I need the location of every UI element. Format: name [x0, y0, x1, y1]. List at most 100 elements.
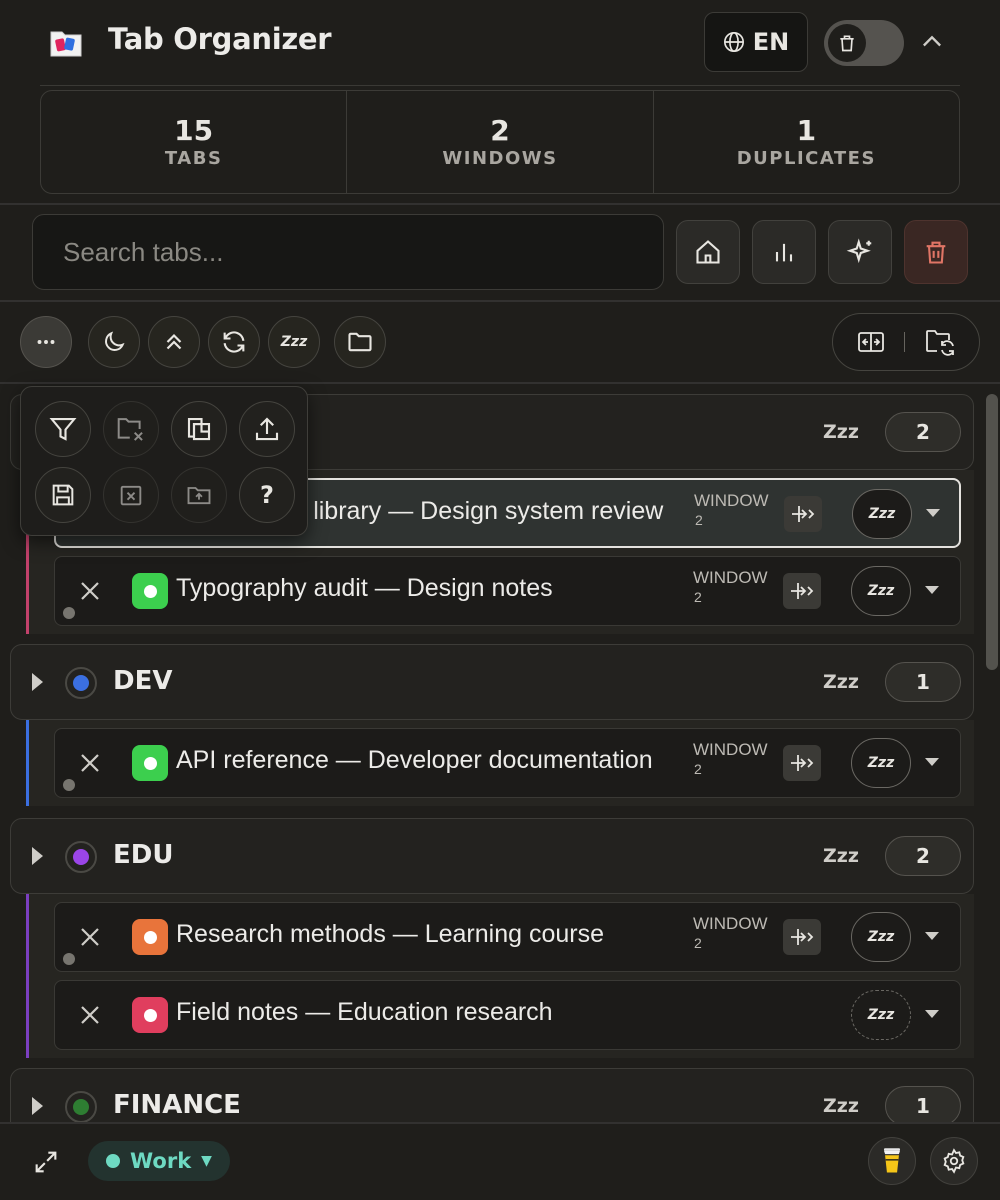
tab-snooze-button[interactable]: Zzz	[851, 566, 911, 616]
move-tab-button[interactable]	[783, 573, 821, 609]
stats-button[interactable]	[752, 220, 816, 284]
more-menu: ?	[20, 386, 308, 536]
close-icon[interactable]	[79, 926, 101, 948]
split-view-icon[interactable]	[857, 330, 885, 354]
group-snooze[interactable]: Zzz	[823, 845, 859, 867]
group-name: EDU	[113, 840, 174, 870]
close-icon[interactable]	[79, 1004, 101, 1026]
expand-icon[interactable]	[32, 1148, 60, 1176]
stat-label: WINDOWS	[442, 147, 558, 169]
snooze-label: Zzz	[868, 506, 896, 522]
caret-down-icon[interactable]	[923, 755, 941, 769]
globe-icon	[723, 31, 745, 53]
language-label: EN	[752, 28, 790, 56]
save-icon	[52, 484, 74, 506]
close-icon[interactable]	[79, 580, 101, 602]
close-icon[interactable]	[79, 752, 101, 774]
gear-icon	[943, 1148, 965, 1174]
filter-icon	[49, 417, 77, 441]
group-count: 2	[885, 836, 961, 876]
sparkle-icon	[846, 238, 872, 264]
group-header[interactable]: DEV Zzz 1	[10, 644, 974, 720]
tab-row[interactable]: Field notes — Education research Zzz	[54, 980, 961, 1050]
move-tab-button[interactable]	[783, 919, 821, 955]
help-label: ?	[260, 481, 274, 509]
window-number: 2	[694, 589, 702, 605]
app-title: Tab Organizer	[108, 22, 332, 56]
ai-organize-button[interactable]	[828, 220, 892, 284]
scrollbar-thumb[interactable]	[986, 394, 998, 670]
save-button[interactable]	[35, 467, 91, 523]
tab-snooze-button[interactable]: Zzz	[851, 990, 911, 1040]
tab-snooze-button[interactable]: Zzz	[851, 738, 911, 788]
group-body: Research methods — Learning course WINDO…	[26, 894, 974, 1058]
group-header[interactable]: EDU Zzz 2	[10, 818, 974, 894]
chevrons-up-icon	[166, 333, 182, 350]
collapse-all-button[interactable]	[148, 316, 200, 368]
move-window-icon	[792, 506, 815, 522]
tab-row[interactable]: Typography audit — Design notes WINDOW 2…	[54, 556, 961, 626]
window-number: 2	[694, 935, 702, 951]
window-label: WINDOW	[693, 568, 768, 587]
group-name: FINANCE	[113, 1090, 241, 1120]
home-button[interactable]	[676, 220, 740, 284]
group-count: 1	[885, 1086, 961, 1126]
search-input[interactable]	[32, 214, 664, 290]
caret-down-icon[interactable]	[923, 929, 941, 943]
caret-right-icon[interactable]	[29, 1095, 45, 1117]
favicon	[132, 745, 168, 781]
tab-row[interactable]: Research methods — Learning course WINDO…	[54, 902, 961, 972]
help-button[interactable]: ?	[239, 467, 295, 523]
duplicate-button[interactable]	[171, 401, 227, 457]
trash-icon	[926, 241, 946, 264]
upload-icon	[255, 417, 279, 441]
export-button[interactable]	[239, 401, 295, 457]
group-count: 1	[885, 662, 961, 702]
group-snooze[interactable]: Zzz	[823, 671, 859, 693]
theme-button[interactable]	[88, 316, 140, 368]
caret-right-icon[interactable]	[29, 671, 45, 693]
caret-right-icon[interactable]	[29, 845, 45, 867]
snooze-all-button[interactable]: Zzz	[268, 316, 320, 368]
tab-title: Field notes — Education research	[176, 998, 553, 1026]
move-tab-button[interactable]	[783, 745, 821, 781]
window-label: WINDOW	[693, 914, 768, 933]
refresh-button[interactable]	[208, 316, 260, 368]
settings-button[interactable]	[930, 1137, 978, 1185]
window-label: WINDOW	[694, 491, 769, 510]
caret-down-icon[interactable]	[923, 1007, 941, 1021]
group-body: API reference — Developer documentation …	[26, 720, 974, 806]
tab-row[interactable]: API reference — Developer documentation …	[54, 728, 961, 798]
caret-down-icon[interactable]	[924, 506, 942, 520]
window-actions	[832, 313, 980, 371]
scrollbar[interactable]	[984, 394, 1000, 674]
delete-button[interactable]	[904, 220, 968, 284]
caret-down-icon[interactable]	[923, 583, 941, 597]
more-button[interactable]	[20, 316, 72, 368]
tab-snooze-button[interactable]: Zzz	[852, 489, 912, 539]
move-tab-button[interactable]	[784, 496, 822, 532]
moon-icon	[105, 331, 125, 351]
group-snooze[interactable]: Zzz	[823, 1095, 859, 1117]
move-window-icon	[791, 929, 814, 945]
stat-label: TABS	[164, 147, 223, 169]
group-color-bar	[26, 720, 29, 806]
clear-toggle[interactable]	[824, 20, 904, 66]
filter-button[interactable]	[35, 401, 91, 457]
chevron-up-icon[interactable]	[918, 28, 946, 56]
delete-folder-button[interactable]	[103, 467, 159, 523]
tab-snooze-button[interactable]: Zzz	[851, 912, 911, 962]
group-snooze[interactable]: Zzz	[823, 421, 859, 443]
close-folder-button[interactable]	[103, 401, 159, 457]
import-button[interactable]	[171, 467, 227, 523]
folder-button[interactable]	[334, 316, 386, 368]
support-button[interactable]	[868, 1137, 916, 1185]
coffee-cup-icon	[883, 1148, 901, 1173]
app-logo	[48, 24, 84, 60]
tab-status-dot	[63, 607, 75, 619]
header-divider	[40, 85, 960, 86]
language-button[interactable]: EN	[704, 12, 808, 72]
file-x-icon	[120, 485, 142, 506]
folder-sync-icon[interactable]	[924, 327, 956, 357]
workspace-selector[interactable]: Work ▼	[88, 1141, 230, 1181]
